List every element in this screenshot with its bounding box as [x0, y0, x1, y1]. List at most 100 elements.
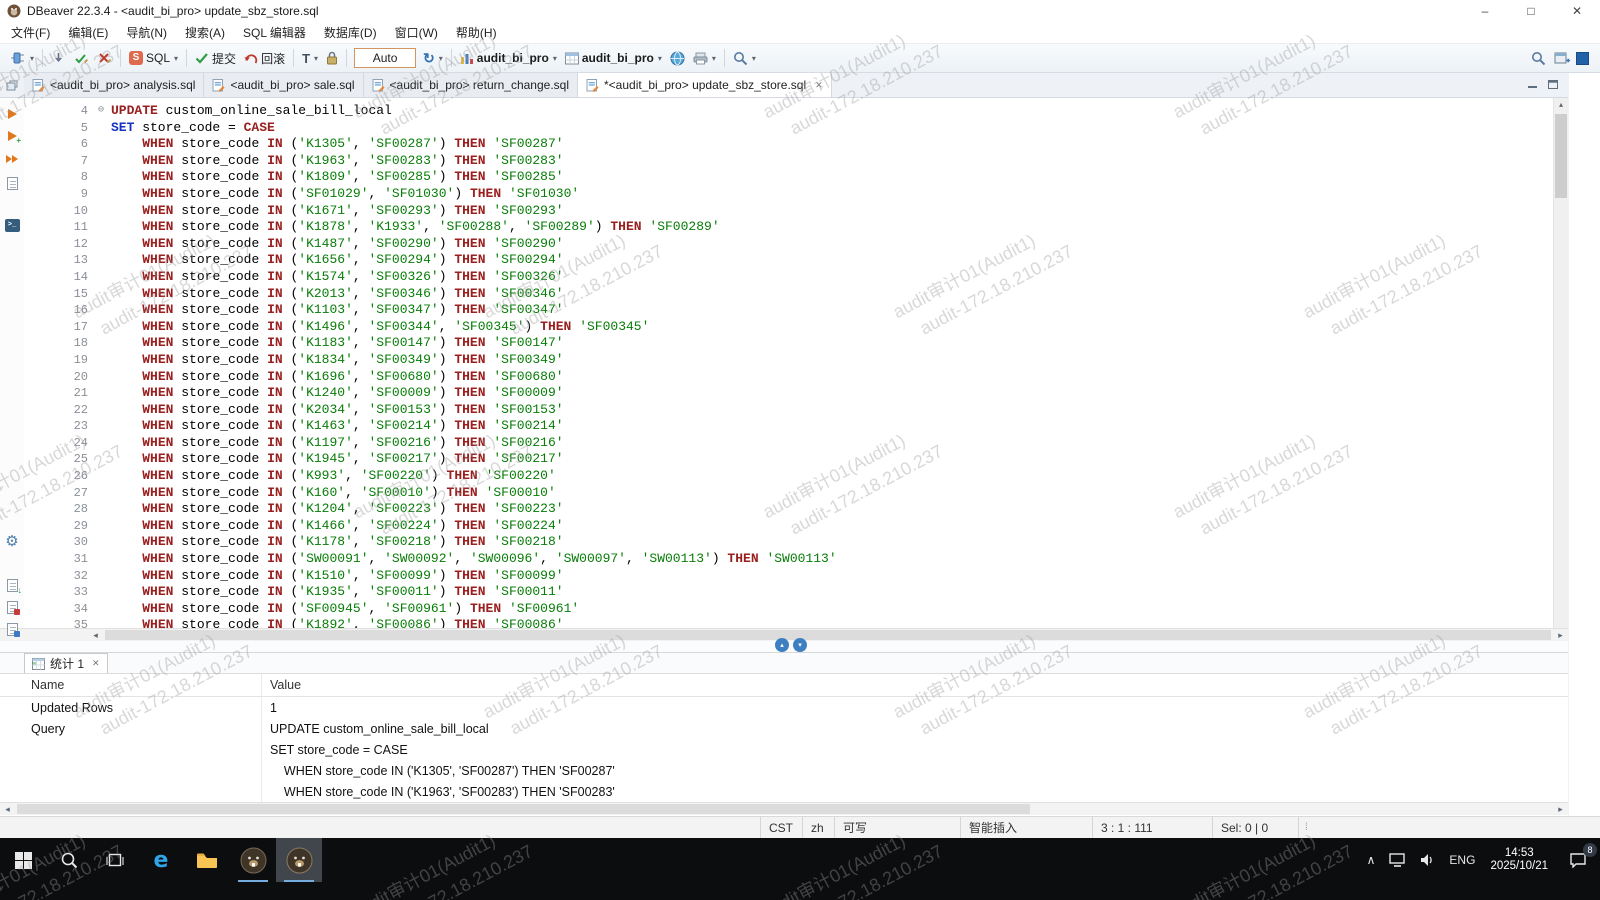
- splitter-down-button[interactable]: ▾: [793, 638, 807, 652]
- explain-plan-icon[interactable]: [3, 174, 21, 192]
- code-line[interactable]: 24 WHEN store_code IN ('K1197', 'SF00216…: [24, 435, 1568, 452]
- tab-close-icon[interactable]: ✕: [815, 80, 823, 91]
- code-line[interactable]: 7 WHEN store_code IN ('K1963', 'SF00283'…: [24, 153, 1568, 170]
- file-explorer-button[interactable]: [184, 838, 230, 882]
- editor-tab[interactable]: <audit_bi_pro> analysis.sql: [24, 73, 204, 97]
- navigator-button[interactable]: [666, 46, 689, 70]
- output-button[interactable]: ▾: [689, 46, 720, 70]
- statistics-row[interactable]: WHEN store_code IN ('K1963', 'SF00283') …: [0, 781, 1568, 802]
- code-line[interactable]: 23 WHEN store_code IN ('K1463', 'SF00214…: [24, 418, 1568, 435]
- sql-editor-button[interactable]: S SQL ▾: [125, 46, 182, 70]
- auto-refresh-select[interactable]: Auto: [354, 48, 416, 68]
- clock[interactable]: 14:53 2025/10/21: [1482, 838, 1556, 882]
- dbeaver-taskbar-button[interactable]: [230, 838, 276, 882]
- code-line[interactable]: 10 WHEN store_code IN ('K1671', 'SF00293…: [24, 203, 1568, 220]
- code-line[interactable]: 32 WHEN store_code IN ('K1510', 'SF00099…: [24, 568, 1568, 585]
- maximize-button[interactable]: □: [1508, 0, 1554, 22]
- editor-tab[interactable]: <audit_bi_pro> return_change.sql: [364, 73, 578, 97]
- scroll-left-icon[interactable]: ◂: [88, 630, 103, 641]
- quick-access-search-button[interactable]: [1527, 46, 1550, 70]
- scroll-right-icon[interactable]: ▸: [1553, 804, 1568, 815]
- code-line[interactable]: 30 WHEN store_code IN ('K1178', 'SF00218…: [24, 534, 1568, 551]
- tray-chevron-icon[interactable]: ∧: [1360, 838, 1383, 882]
- restore-view-icon[interactable]: [0, 73, 24, 97]
- maximize-view-icon[interactable]: [1548, 76, 1558, 94]
- transaction-mode-button[interactable]: T ▾: [298, 46, 322, 70]
- tab-statistics[interactable]: 统计 1 ✕: [24, 653, 108, 673]
- commit-button[interactable]: 提交: [191, 46, 240, 70]
- sql-editor[interactable]: 4⊖UPDATE custom_online_sale_bill_local5S…: [24, 98, 1568, 628]
- database-selector[interactable]: audit_bi_pro ▾: [456, 46, 561, 70]
- sql-terminal-icon[interactable]: >_: [3, 216, 21, 234]
- hscroll-thumb[interactable]: [105, 630, 1551, 640]
- code-line[interactable]: 26 WHEN store_code IN ('K993', 'SF00220'…: [24, 468, 1568, 485]
- edge-button[interactable]: e: [138, 838, 184, 882]
- code-line[interactable]: 15 WHEN store_code IN ('K2013', 'SF00346…: [24, 286, 1568, 303]
- code-line[interactable]: 12 WHEN store_code IN ('K1487', 'SF00290…: [24, 236, 1568, 253]
- minimize-button[interactable]: –: [1462, 0, 1508, 22]
- editor-tab[interactable]: *<audit_bi_pro> update_sbz_store.sql✕: [578, 73, 832, 97]
- network-icon[interactable]: [1382, 838, 1413, 882]
- code-line[interactable]: 11 WHEN store_code IN ('K1878', 'K1933',…: [24, 219, 1568, 236]
- action-center-button[interactable]: 8: [1556, 838, 1600, 882]
- panel-tab-close-icon[interactable]: ✕: [92, 658, 100, 669]
- code-line[interactable]: 21 WHEN store_code IN ('K1240', 'SF00009…: [24, 385, 1568, 402]
- menu-item[interactable]: 数据库(D): [315, 24, 386, 41]
- column-header-value[interactable]: Value: [262, 674, 1568, 696]
- rollback-button[interactable]: 回滚: [240, 46, 289, 70]
- new-connection-button[interactable]: ▾: [5, 46, 38, 70]
- code-line[interactable]: 16 WHEN store_code IN ('K1103', 'SF00347…: [24, 302, 1568, 319]
- save-log-icon[interactable]: [3, 598, 21, 616]
- menu-item[interactable]: 导航(N): [117, 24, 176, 41]
- menu-item[interactable]: SQL 编辑器: [234, 24, 315, 41]
- execute-new-tab-icon[interactable]: +: [3, 127, 21, 145]
- code-line[interactable]: 8 WHEN store_code IN ('K1809', 'SF00285'…: [24, 169, 1568, 186]
- code-line[interactable]: 18 WHEN store_code IN ('K1183', 'SF00147…: [24, 335, 1568, 352]
- code-line[interactable]: 28 WHEN store_code IN ('K1204', 'SF00223…: [24, 501, 1568, 518]
- code-line[interactable]: 6 WHEN store_code IN ('K1305', 'SF00287'…: [24, 136, 1568, 153]
- statistics-row[interactable]: QueryUPDATE custom_online_sale_bill_loca…: [0, 718, 1568, 739]
- fold-collapse-icon[interactable]: ⊖: [98, 103, 111, 120]
- commit-pencil-button[interactable]: [70, 46, 93, 70]
- taskbar-search-button[interactable]: [46, 838, 92, 882]
- schema-selector[interactable]: audit_bi_pro ▾: [561, 46, 666, 70]
- execute-statement-icon[interactable]: [3, 105, 21, 123]
- panel-splitter[interactable]: ▴ ▾: [0, 641, 1568, 652]
- panel-hscroll-thumb[interactable]: [17, 804, 1030, 814]
- export-data-icon[interactable]: ↓: [3, 576, 21, 594]
- toolbar-search-button[interactable]: ▾: [729, 46, 760, 70]
- dbeaver-taskbar-button-active[interactable]: [276, 838, 322, 882]
- code-line[interactable]: 31 WHEN store_code IN ('SW00091', 'SW000…: [24, 551, 1568, 568]
- code-line[interactable]: 13 WHEN store_code IN ('K1656', 'SF00294…: [24, 252, 1568, 269]
- statistics-row[interactable]: SET store_code = CASE: [0, 739, 1568, 760]
- dbeaver-perspective-button[interactable]: [1576, 52, 1589, 65]
- execute-script-icon[interactable]: [3, 150, 21, 168]
- code-line[interactable]: 34 WHEN store_code IN ('SF00945', 'SF009…: [24, 601, 1568, 618]
- code-line[interactable]: 20 WHEN store_code IN ('K1696', 'SF00680…: [24, 369, 1568, 386]
- menu-item[interactable]: 文件(F): [2, 24, 59, 41]
- readonly-lock-button[interactable]: [322, 46, 342, 70]
- vscroll-thumb[interactable]: [1555, 114, 1567, 198]
- menu-item[interactable]: 搜索(A): [176, 24, 234, 41]
- code-line[interactable]: 22 WHEN store_code IN ('K2034', 'SF00153…: [24, 402, 1568, 419]
- settings-gear-icon[interactable]: ⚙: [3, 532, 21, 550]
- code-line[interactable]: 5SET store_code = CASE: [24, 120, 1568, 137]
- menu-item[interactable]: 编辑(E): [59, 24, 117, 41]
- code-line[interactable]: 19 WHEN store_code IN ('K1834', 'SF00349…: [24, 352, 1568, 369]
- task-view-button[interactable]: [92, 838, 138, 882]
- volume-icon[interactable]: [1413, 838, 1442, 882]
- menu-item[interactable]: 窗口(W): [386, 24, 447, 41]
- minimize-view-icon[interactable]: [1528, 76, 1538, 94]
- code-line[interactable]: 33 WHEN store_code IN ('K1935', 'SF00011…: [24, 584, 1568, 601]
- code-line[interactable]: 9 WHEN store_code IN ('SF01029', 'SF0103…: [24, 186, 1568, 203]
- splitter-up-button[interactable]: ▴: [775, 638, 789, 652]
- scroll-left-icon[interactable]: ◂: [0, 804, 15, 815]
- open-perspective-button[interactable]: [1550, 46, 1574, 70]
- rollback-pencil-button[interactable]: [93, 46, 116, 70]
- panel-hscrollbar[interactable]: ◂ ▸: [0, 802, 1568, 815]
- refresh-button[interactable]: ↻ ▾: [419, 46, 447, 70]
- statistics-row[interactable]: WHEN store_code IN ('K1305', 'SF00287') …: [0, 760, 1568, 781]
- editor-vscrollbar[interactable]: ▴: [1553, 98, 1568, 628]
- code-line[interactable]: 35 WHEN store_code IN ('K1892', 'SF00086…: [24, 617, 1568, 628]
- fetch-resultset-button[interactable]: [47, 46, 70, 70]
